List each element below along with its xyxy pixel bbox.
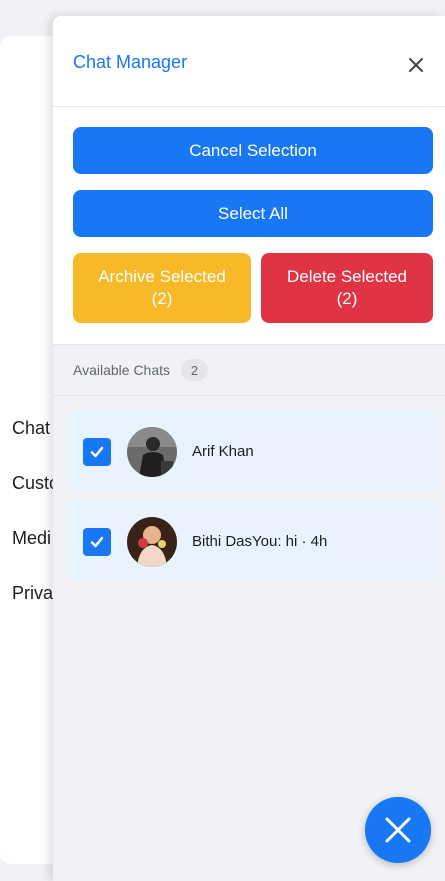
background-item-custom[interactable]: Custo xyxy=(12,473,59,494)
avatar xyxy=(127,517,177,567)
chat-row-arif-khan[interactable]: Arif Khan xyxy=(68,410,437,490)
archive-selected-button[interactable]: Archive Selected (2) xyxy=(73,253,251,323)
select-all-label: Select All xyxy=(218,203,288,223)
delete-selected-button[interactable]: Delete Selected (2) xyxy=(261,253,433,323)
chat-count-badge: 2 xyxy=(181,359,208,381)
chat-name: Arif Khan xyxy=(192,443,254,460)
close-button[interactable] xyxy=(405,54,427,76)
background-item-privacy[interactable]: Priva xyxy=(12,583,53,604)
archive-selected-count: (2) xyxy=(151,289,173,308)
fab-close-button[interactable] xyxy=(365,797,431,863)
checkmark-icon xyxy=(90,446,104,458)
chat-checkbox[interactable] xyxy=(83,528,111,556)
panel-title: Chat Manager xyxy=(73,52,188,72)
close-icon xyxy=(409,58,423,72)
background-item-chat[interactable]: Chat xyxy=(12,418,50,439)
action-buttons: Cancel Selection Select All Archive Sele… xyxy=(53,107,445,345)
close-icon xyxy=(385,817,411,843)
available-chats-title: Available Chats xyxy=(73,362,171,378)
cancel-selection-label: Cancel Selection xyxy=(189,140,317,160)
select-all-button[interactable]: Select All xyxy=(73,190,433,237)
available-chats-header: Available Chats 2 xyxy=(53,345,445,396)
cancel-selection-button[interactable]: Cancel Selection xyxy=(73,127,433,174)
delete-selected-label: Delete Selected xyxy=(286,267,408,286)
chat-row-bithi-das[interactable]: Bithi DasYou: hi · 4h xyxy=(68,500,437,580)
chat-checkbox[interactable] xyxy=(83,438,111,466)
delete-selected-count: (2) xyxy=(336,289,358,308)
chat-manager-panel: Chat Manager Cancel Selection Select All… xyxy=(53,16,445,881)
chat-name: Bithi DasYou: hi · 4h xyxy=(192,533,328,550)
avatar xyxy=(127,427,177,477)
background-item-media[interactable]: Medi xyxy=(12,528,51,549)
panel-header: Chat Manager xyxy=(53,16,445,107)
archive-selected-label: Archive Selected xyxy=(98,267,226,286)
checkmark-icon xyxy=(90,536,104,548)
